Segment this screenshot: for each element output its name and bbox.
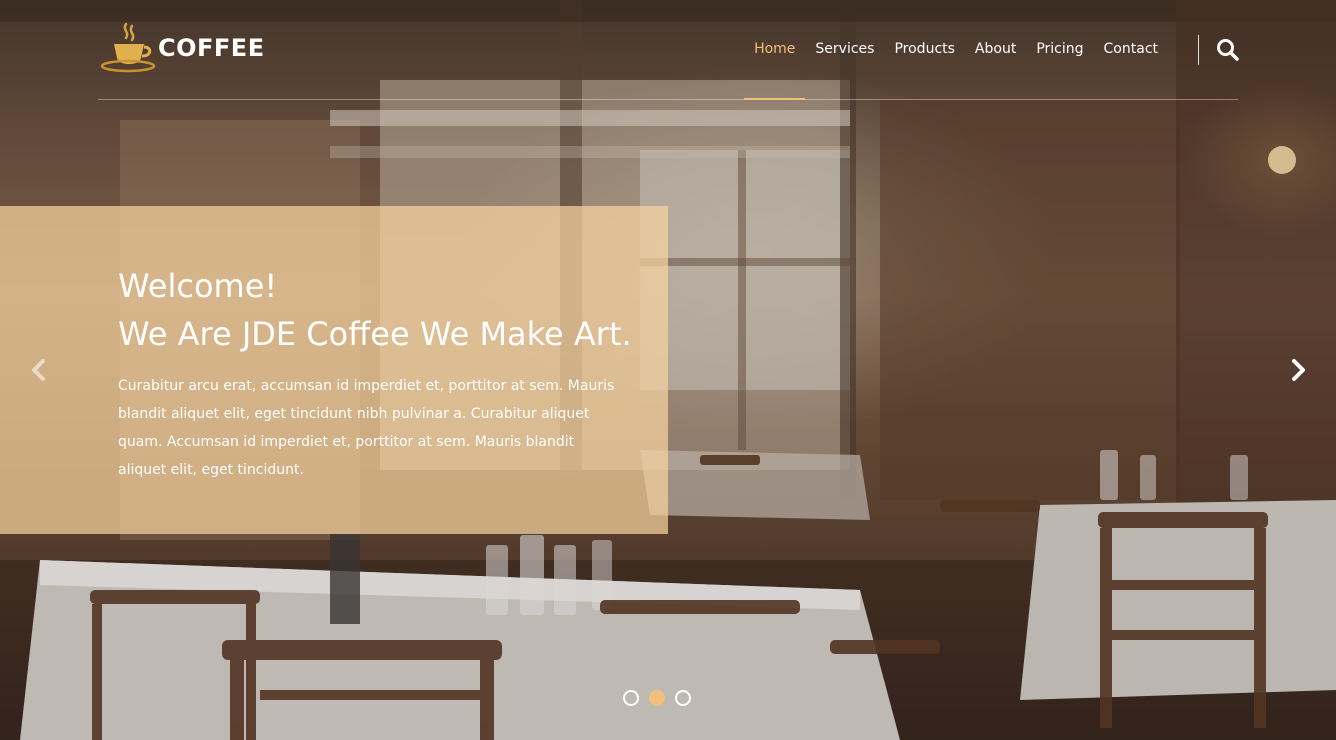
carousel-dot-3[interactable]	[675, 690, 691, 706]
slide-caption: Welcome! We Are JDE Coffee We Make Art. …	[0, 206, 668, 534]
chevron-right-icon	[1292, 359, 1305, 381]
prev-slide-button[interactable]	[24, 355, 54, 385]
carousel-dot-2[interactable]	[649, 690, 665, 706]
nav-item-pricing[interactable]: Pricing	[1036, 0, 1083, 99]
nav-divider	[1198, 35, 1199, 65]
chevron-left-icon	[32, 359, 45, 381]
carousel-dot-1[interactable]	[623, 690, 639, 706]
nav-item-services[interactable]: Services	[815, 0, 874, 99]
brand-logo[interactable]: COFFEE	[100, 22, 265, 74]
main-nav: Home Services Products About Pricing Con…	[734, 0, 1158, 100]
slide-description: Curabitur arcu erat, accumsan id imperdi…	[118, 378, 615, 478]
search-button[interactable]	[1215, 37, 1241, 63]
nav-item-products[interactable]: Products	[894, 0, 954, 99]
next-slide-button[interactable]	[1283, 355, 1313, 385]
coffee-cup-icon	[100, 22, 156, 73]
nav-item-home[interactable]: Home	[743, 0, 806, 100]
nav-item-about[interactable]: About	[975, 0, 1016, 99]
brand-name: COFFEE	[158, 34, 265, 62]
slide-title: Welcome! We Are JDE Coffee We Make Art.	[118, 262, 638, 358]
hero-slider: COFFEE Home Services Products About Pric…	[0, 0, 1336, 740]
slide-title-line1: Welcome!	[118, 267, 278, 305]
site-header: COFFEE Home Services Products About Pric…	[98, 0, 1241, 100]
search-icon	[1217, 39, 1239, 61]
carousel-indicators	[623, 690, 701, 706]
slide-title-line2: We Are JDE Coffee We Make Art.	[118, 315, 632, 353]
nav-item-contact[interactable]: Contact	[1104, 0, 1158, 99]
